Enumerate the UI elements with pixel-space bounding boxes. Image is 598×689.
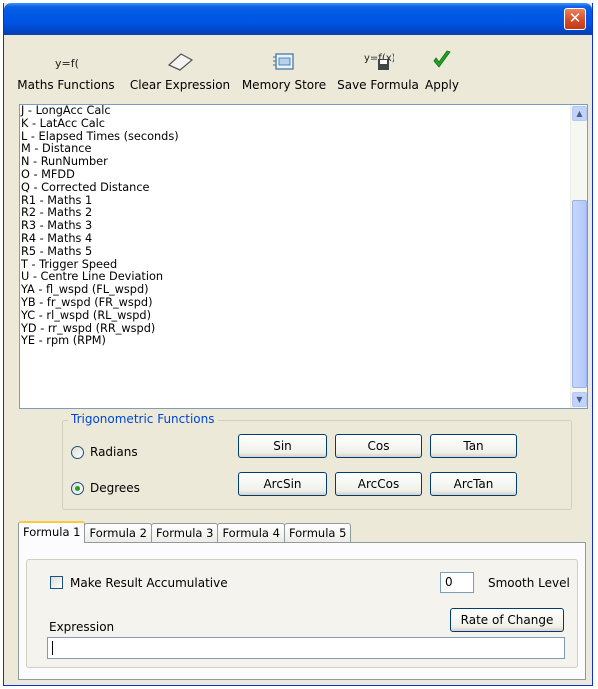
text-caret (52, 640, 53, 655)
arctan-button[interactable]: ArcTan (430, 472, 517, 496)
degrees-option[interactable]: Degrees (71, 481, 140, 495)
apply-button[interactable]: Apply (424, 45, 460, 97)
degrees-label: Degrees (90, 481, 140, 495)
list-item[interactable]: YB - fr_wspd (FR_wspd) (21, 296, 587, 310)
list-item[interactable]: O - MFDD (21, 168, 587, 182)
scroll-thumb[interactable] (572, 200, 587, 388)
save-formula-icon: y=f(x) (336, 45, 420, 71)
maths-functions-button[interactable]: y=f(x) Maths Functions (10, 45, 122, 97)
tab-formula-4[interactable]: Formula 4 (217, 523, 285, 543)
list-item[interactable]: R4 - Maths 4 (21, 232, 587, 246)
clear-expression-label: Clear Expression (129, 78, 231, 92)
rate-of-change-button[interactable]: Rate of Change (450, 608, 564, 632)
toolbar: y=f(x) Maths Functions Clear Expression (4, 35, 592, 102)
smooth-level-input[interactable]: 0 (440, 572, 474, 593)
tab-formula-3[interactable]: Formula 3 (150, 523, 219, 543)
smooth-level-label: Smooth Level (488, 576, 570, 590)
list-scrollbar[interactable]: ▲ ▼ (570, 105, 587, 408)
list-item[interactable]: R5 - Maths 5 (21, 245, 587, 259)
chevron-up-icon: ▲ (576, 109, 583, 118)
cos-button[interactable]: Cos (335, 434, 422, 458)
list-item[interactable]: L - Elapsed Times (seconds) (21, 130, 587, 144)
maths-functions-label: Maths Functions (17, 78, 115, 92)
accumulative-checkbox[interactable] (50, 576, 63, 589)
list-item[interactable]: R1 - Maths 1 (21, 194, 587, 208)
list-item[interactable]: R3 - Maths 3 (21, 219, 587, 233)
scroll-down-button[interactable]: ▼ (572, 392, 587, 407)
list-item[interactable]: J - LongAcc Calc (21, 105, 587, 118)
formula-tabs: Formula 1 Formula 2 Formula 3 Formula 4 … (18, 521, 352, 543)
list-item[interactable]: R2 - Maths 2 (21, 207, 587, 220)
expression-label: Expression (49, 620, 115, 634)
trigonometric-group-title: Trigonometric Functions (68, 412, 218, 426)
close-button[interactable]: ✕ (564, 8, 586, 30)
sin-button[interactable]: Sin (238, 434, 327, 458)
arccos-button[interactable]: ArcCos (335, 472, 422, 496)
save-formula-label: Save Formula (337, 78, 419, 92)
tab-formula-1[interactable]: Formula 1 (18, 521, 86, 543)
memory-store-button[interactable]: Memory Store (241, 45, 327, 97)
list-item[interactable]: YE - rpm (RPM) (21, 335, 587, 348)
checkmark-icon (424, 45, 460, 71)
memory-card-icon (241, 45, 327, 71)
list-item[interactable]: K - LatAcc Calc (21, 117, 587, 131)
formula-editor-window: ✕ y=f(x) Maths Functions Clear Expressio… (3, 3, 593, 686)
accumulative-label: Make Result Accumulative (70, 576, 228, 590)
tab-formula-5[interactable]: Formula 5 (283, 523, 352, 543)
chevron-down-icon: ▼ (576, 395, 583, 404)
degrees-radio[interactable] (71, 481, 84, 495)
radians-radio[interactable] (71, 445, 84, 459)
clear-expression-button[interactable]: Clear Expression (128, 45, 232, 97)
tan-button[interactable]: Tan (430, 434, 517, 458)
function-icon: y=f(x) (10, 45, 122, 71)
list-item[interactable]: Q - Corrected Distance (21, 181, 587, 195)
list-item[interactable]: YC - rl_wspd (RL_wspd) (21, 309, 587, 323)
scroll-up-button[interactable]: ▲ (572, 106, 587, 121)
arcsin-button[interactable]: ArcSin (238, 472, 327, 496)
channel-list[interactable]: J - LongAcc Calc K - LatAcc Calc L - Ela… (19, 104, 588, 409)
expression-input[interactable] (47, 637, 565, 659)
apply-label: Apply (425, 78, 459, 92)
tab-formula-2[interactable]: Formula 2 (84, 523, 152, 543)
eraser-icon (128, 45, 232, 71)
save-formula-button[interactable]: y=f(x) Save Formula (336, 45, 420, 97)
svg-text:y=f(x): y=f(x) (55, 57, 79, 70)
radians-label: Radians (90, 445, 138, 459)
close-icon: ✕ (568, 9, 582, 27)
title-bar[interactable]: ✕ (4, 3, 592, 35)
memory-store-label: Memory Store (241, 78, 327, 92)
list-item[interactable]: N - RunNumber (21, 155, 587, 169)
radians-option[interactable]: Radians (71, 445, 138, 459)
